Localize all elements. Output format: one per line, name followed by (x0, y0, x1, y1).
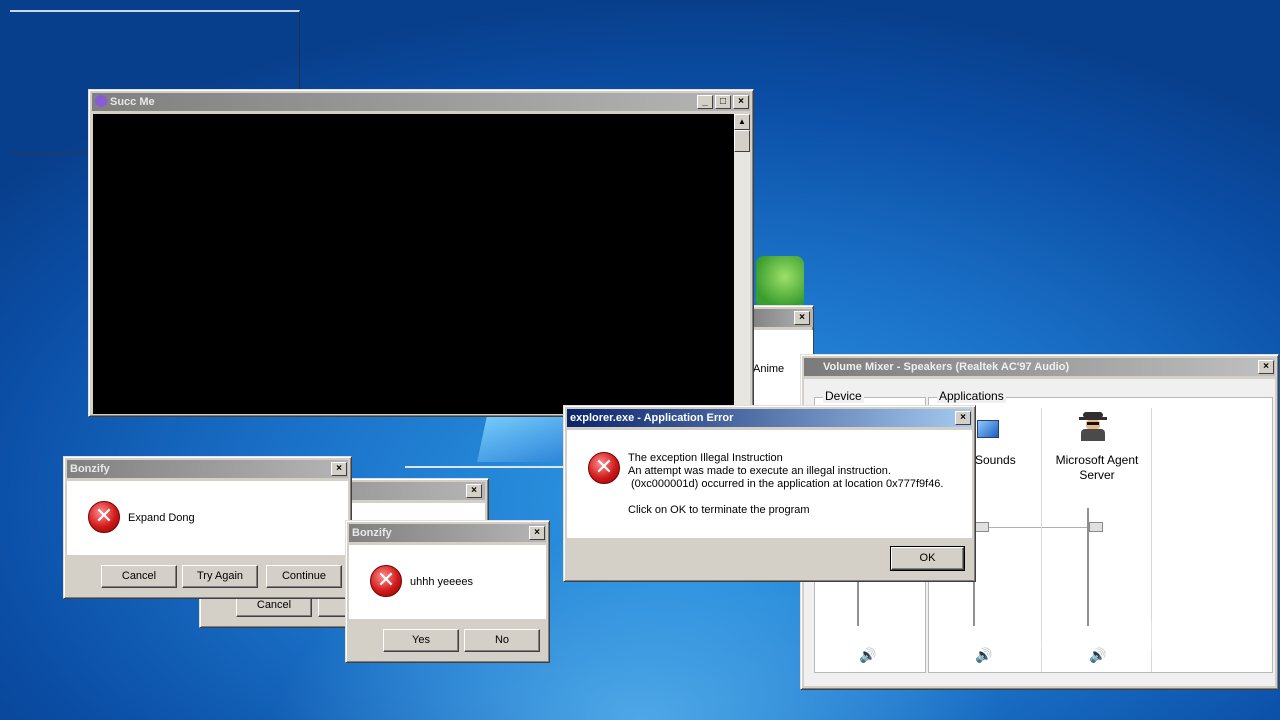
spy-agent-icon (1077, 410, 1109, 442)
succ-close-button[interactable]: × (733, 95, 749, 109)
close-icon: × (471, 485, 477, 496)
succ-me-title: Succ Me (110, 96, 155, 108)
bonzify-yes-title: Bonzify (352, 527, 392, 539)
bonzify-yes-titlebar: Bonzify (349, 524, 546, 542)
bonzify-yes-message: uhhh yeeees (410, 576, 473, 588)
volume-mixer-titlebar: Volume Mixer - Speakers (Realtek AC'97 A… (804, 358, 1275, 376)
device-label: Device (823, 389, 864, 403)
explorer-error-dialog: explorer.exe - Application Error × ✕ The… (563, 405, 976, 582)
scroll-thumb[interactable] (734, 130, 750, 152)
succ-maximize-button[interactable]: □ (715, 95, 731, 109)
bonzify-back-close-button[interactable]: × (466, 484, 482, 498)
desktop-line (10, 152, 90, 153)
scroll-up-button[interactable]: ▲ (734, 114, 750, 130)
anyrun-watermark: ANY RUN (1038, 612, 1243, 660)
bonzi-app-icon (95, 95, 107, 107)
volume-mixer-close-button[interactable]: × (1258, 360, 1274, 374)
close-icon: × (738, 96, 744, 107)
bonzify-yes-close-button[interactable]: × (529, 526, 545, 540)
error-line-1: The exception Illegal Instruction (628, 452, 783, 464)
volume-mixer-title: Volume Mixer - Speakers (Realtek AC'97 A… (823, 361, 1070, 373)
close-icon: × (336, 463, 342, 474)
cancel-button[interactable]: Cancel (101, 565, 177, 588)
succ-me-window: Succ Me _ □ × ▲ (88, 89, 754, 417)
no-button[interactable]: No (464, 629, 540, 652)
error-line-2: An attempt was made to execute an illega… (628, 465, 891, 477)
error-icon: ✕ (370, 565, 402, 597)
anime-text: Anime (753, 363, 785, 375)
monitor-icon (977, 420, 999, 438)
agent-server-slider-thumb[interactable] (1089, 522, 1103, 532)
maximize-icon: □ (719, 96, 727, 107)
bonzify-dialog: Bonzify × ✕ Expand Dong Cancel Try Again… (63, 456, 352, 599)
succ-me-titlebar: Succ Me (92, 93, 750, 111)
slider-link-line (989, 527, 1089, 528)
system-sounds-speaker-icon[interactable]: 🔊 (975, 648, 992, 662)
succ-me-scrollbar[interactable]: ▲ (734, 114, 750, 414)
desktop-white-line (405, 466, 565, 468)
device-speaker-icon[interactable]: 🔊 (859, 648, 876, 662)
error-icon: ✕ (88, 501, 120, 533)
close-icon: × (534, 527, 540, 538)
bonzify-body: ✕ Expand Dong (67, 481, 348, 555)
error-icon: ✕ (588, 452, 620, 484)
minimize-icon: _ (702, 96, 708, 107)
ok-button[interactable]: OK (890, 546, 965, 571)
bonzify-title: Bonzify (70, 463, 110, 475)
close-icon: × (960, 412, 966, 423)
microsoft-agent-server-label: Microsoft Agent Server (1055, 453, 1139, 482)
desktop-green-graphic (756, 256, 804, 308)
bonzify-message: Expand Dong (128, 512, 195, 524)
anime-close-button[interactable]: × (794, 311, 810, 325)
bonzify-yes-no-dialog: Bonzify × ✕ uhhh yeeees Yes No (345, 520, 550, 663)
succ-minimize-button[interactable]: _ (697, 95, 713, 109)
explorer-error-close-button[interactable]: × (955, 411, 971, 425)
explorer-error-body: ✕ The exception Illegal Instruction An a… (567, 430, 972, 538)
explorer-error-titlebar: explorer.exe - Application Error (567, 409, 972, 427)
bonzify-titlebar: Bonzify (67, 460, 348, 478)
watermark-text: ANY RUN (1038, 612, 1243, 659)
continue-button[interactable]: Continue (266, 565, 342, 588)
close-icon: × (799, 312, 805, 323)
bonzify-close-button[interactable]: × (331, 462, 347, 476)
explorer-error-title: explorer.exe - Application Error (570, 412, 734, 424)
desktop-blue-graphic (477, 416, 571, 462)
system-sounds-slider-thumb[interactable] (975, 522, 989, 532)
error-line-3: (0xc000001d) occurred in the application… (631, 478, 944, 490)
error-message: The exception Illegal Instruction An att… (628, 452, 944, 517)
applications-label: Applications (937, 389, 1006, 403)
error-line-4: Click on OK to terminate the program (628, 504, 810, 516)
bonzify-yes-body: ✕ uhhh yeeees (349, 545, 546, 619)
try-again-button[interactable]: Try Again (182, 565, 258, 588)
close-icon: × (1263, 361, 1269, 372)
desktop-window-fragment (10, 10, 300, 90)
yes-button[interactable]: Yes (383, 629, 459, 652)
succ-me-black-content (93, 114, 734, 414)
